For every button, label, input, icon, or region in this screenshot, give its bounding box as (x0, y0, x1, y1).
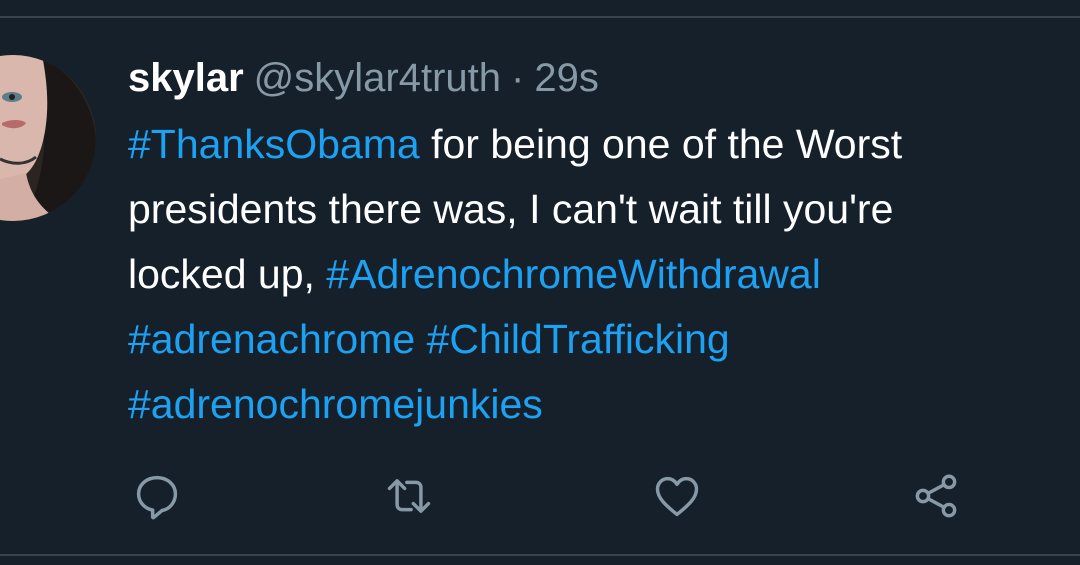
tweet-text-line: presidents there was, I can't wait till … (128, 177, 1073, 242)
tweet-header: skylar @skylar4truth · 29s (128, 50, 599, 106)
tweet-text-segment: for being one of the Worst (419, 121, 903, 167)
tweet-text-line: #adrenachrome #ChildTrafficking (128, 307, 1073, 372)
avatar-photo (0, 55, 96, 221)
tweet-screen: skylar @skylar4truth · 29s #ThanksObama for… (0, 0, 1080, 565)
tweet-text-segment: locked up, (128, 251, 327, 297)
header-separator: · (511, 56, 525, 100)
hashtag-link[interactable]: #ChildTrafficking (427, 316, 730, 362)
hashtag-link[interactable]: #adrenochromejunkies (128, 381, 543, 427)
top-divider (0, 16, 1080, 18)
reply-icon (136, 475, 178, 520)
tweet-text: #ThanksObama for being one of the Worst p… (128, 112, 1073, 437)
tweet-text-line: locked up, #AdrenochromeWithdrawal (128, 242, 1073, 307)
reply-button[interactable] (131, 470, 183, 522)
author-display-name[interactable]: skylar (128, 56, 244, 100)
heart-icon (655, 476, 699, 517)
bottom-divider (0, 554, 1080, 556)
share-icon (915, 474, 957, 518)
tweet-text-segment: presidents there was, I can't wait till … (128, 186, 894, 232)
tweet-text-segment (415, 316, 426, 362)
tweet-timestamp[interactable]: 29s (534, 56, 599, 100)
hashtag-link[interactable]: #adrenachrome (128, 316, 415, 362)
share-button[interactable] (910, 470, 962, 522)
author-handle[interactable]: @skylar4truth (254, 56, 501, 100)
retweet-icon (387, 479, 431, 513)
avatar[interactable] (0, 55, 96, 221)
like-button[interactable] (651, 470, 703, 522)
hashtag-link[interactable]: #AdrenochromeWithdrawal (326, 251, 821, 297)
hashtag-link[interactable]: #ThanksObama (128, 121, 420, 167)
retweet-button[interactable] (383, 470, 435, 522)
tweet-text-line: #adrenochromejunkies (128, 372, 1073, 437)
tweet-text-line: #ThanksObama for being one of the Worst (128, 112, 1073, 177)
